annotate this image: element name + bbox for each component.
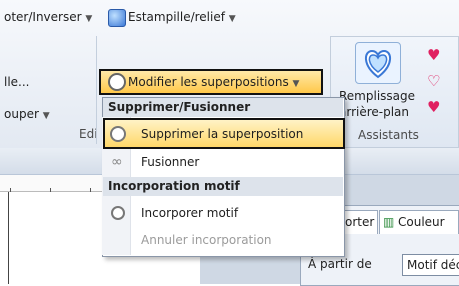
- pattern-select-value: Motif déc: [407, 258, 459, 272]
- dropdown-arrow-icon: ▼: [228, 14, 236, 24]
- ribbon-row2-button[interactable]: lle...: [4, 75, 30, 89]
- dropdown-arrow-icon: ▼: [42, 111, 50, 121]
- menu-section-embed: Incorporation motif: [103, 177, 343, 196]
- heart-pattern-icon[interactable]: ♥: [427, 100, 440, 115]
- menu-item-label: Fusionner: [141, 155, 200, 169]
- heart-outline-icon[interactable]: ♡: [427, 74, 440, 89]
- color-palette-icon: ▥: [383, 215, 395, 229]
- assistants-group-label: Assistants: [358, 128, 419, 142]
- merge-icon: ∞: [111, 154, 123, 170]
- dropdown-arrow-icon: ▼: [292, 79, 300, 89]
- stamp-icon: [108, 9, 126, 27]
- from-label: À partir de: [308, 257, 372, 271]
- overlap-icon: [108, 73, 126, 91]
- background-fill-icon[interactable]: [355, 42, 401, 84]
- dropdown-arrow-icon: ▼: [85, 14, 93, 24]
- menu-item-label: Supprimer la superposition: [141, 127, 304, 141]
- tab-import-label: orter: [345, 215, 375, 229]
- heart-outline-icon: [365, 49, 391, 79]
- modify-overlaps-label: Modifier les superpositions ▼: [128, 75, 300, 89]
- flip-invert-button[interactable]: oter/Inverser ▼: [4, 10, 92, 24]
- pattern-select[interactable]: Motif déc: [402, 254, 459, 276]
- delete-overlap-icon: [110, 126, 126, 142]
- background-fill-line2: arrière-plan: [339, 105, 410, 119]
- ruler-tick: [50, 188, 51, 192]
- menu-item-delete-overlap[interactable]: Supprimer la superposition: [103, 121, 343, 147]
- background-fill-line1: Remplissage: [339, 89, 416, 103]
- tab-import[interactable]: orter: [340, 210, 378, 234]
- ruler-tick: [90, 188, 91, 192]
- menu-section-delete-merge: Supprimer/Fusionner: [103, 98, 343, 117]
- ruler-tick: [10, 188, 11, 192]
- heart-filled-icon[interactable]: ♥: [427, 48, 440, 63]
- menu-item-embed-pattern[interactable]: Incorporer motif: [103, 200, 343, 226]
- tab-color[interactable]: ▥ Couleur: [379, 210, 459, 234]
- menu-item-cancel-embed[interactable]: Annuler incorporation: [103, 227, 343, 253]
- stamp-relief-button[interactable]: Estampille/relief ▼: [128, 10, 236, 24]
- page-border-line: [8, 192, 9, 284]
- group-divider: [96, 36, 97, 144]
- menu-item-merge[interactable]: ∞ Fusionner: [103, 149, 343, 175]
- embed-icon: [111, 206, 125, 220]
- group-button[interactable]: ouper ▼: [4, 107, 50, 121]
- menu-item-label: Annuler incorporation: [141, 233, 272, 247]
- edit-group-label: Edi: [79, 127, 98, 141]
- tab-color-label: Couleur: [398, 215, 445, 229]
- menu-item-label: Incorporer motif: [141, 206, 239, 220]
